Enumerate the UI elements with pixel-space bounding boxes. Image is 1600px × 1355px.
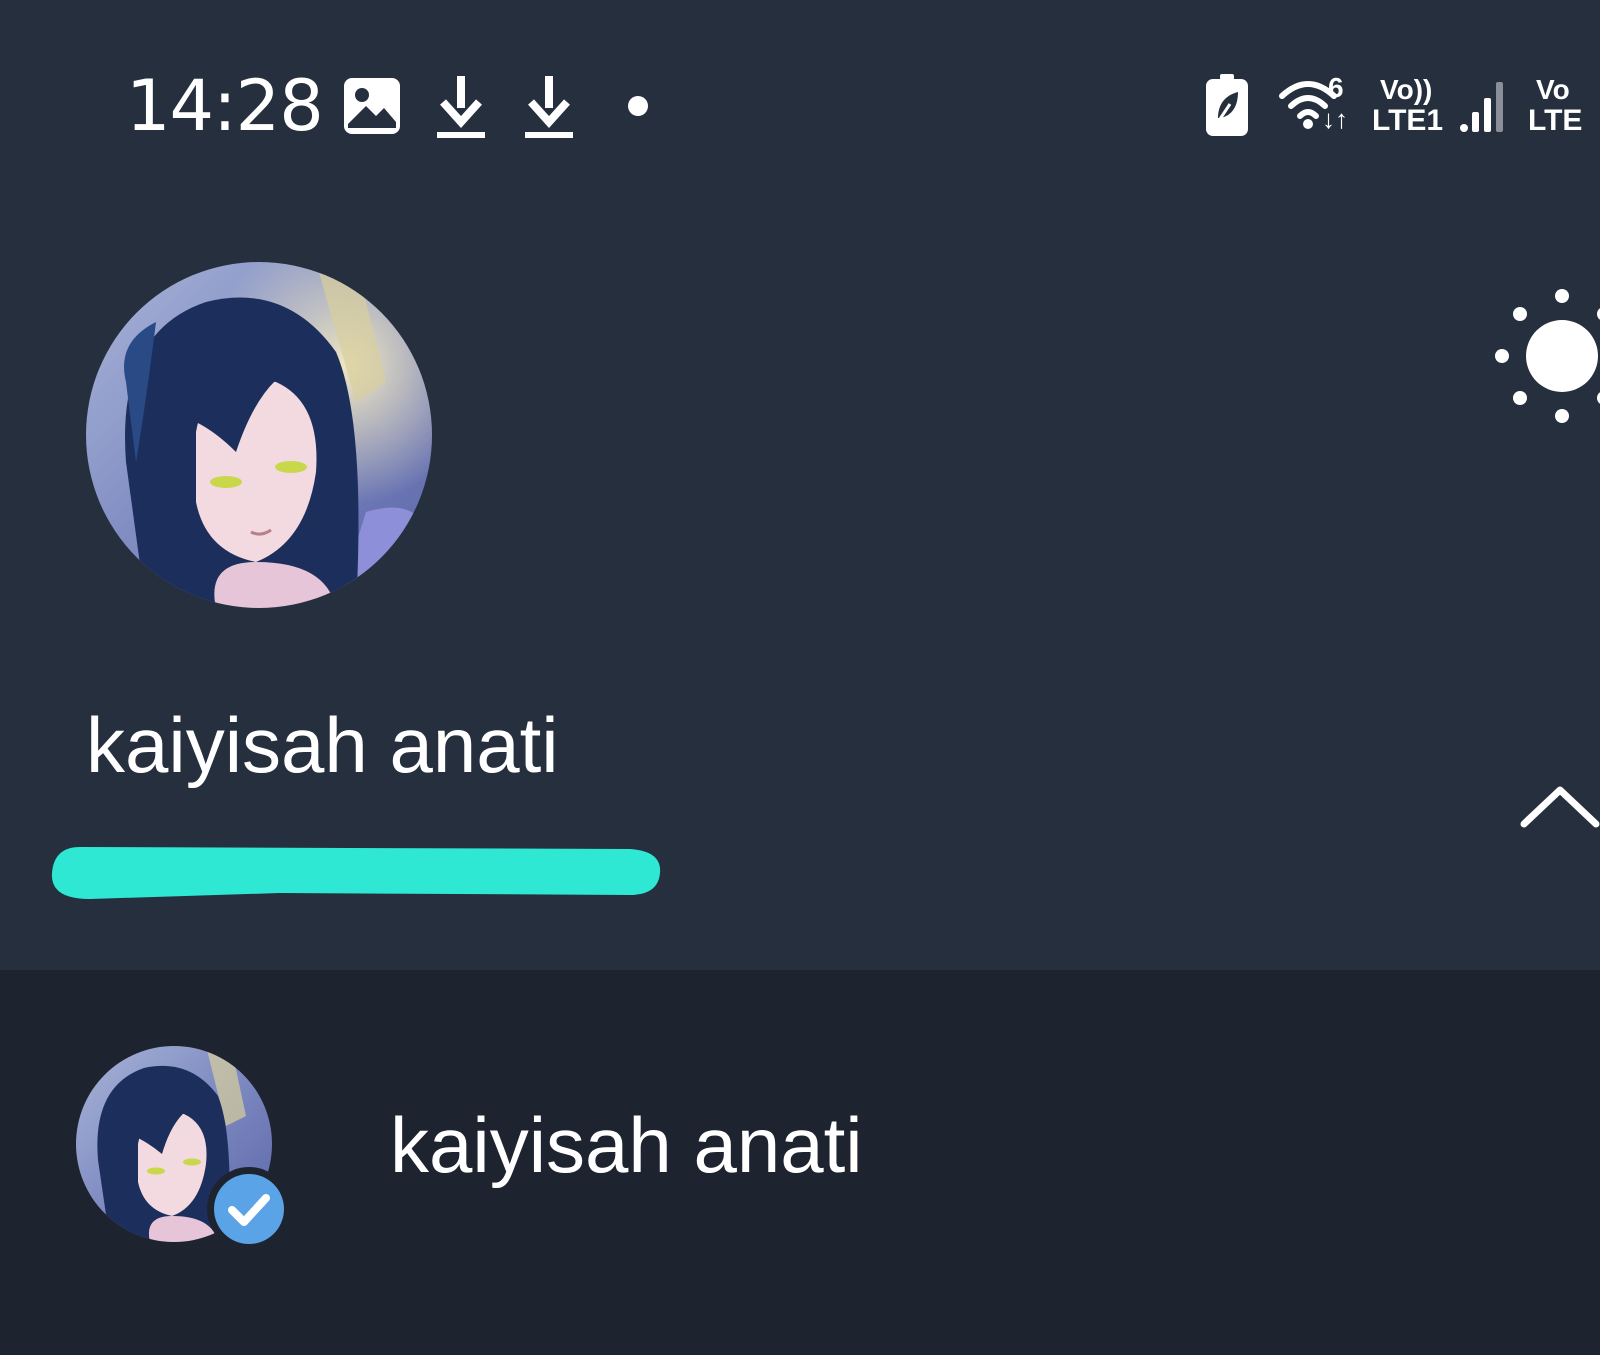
download-icon (435, 74, 487, 145)
telegram-drawer: 14:28 6 ↓↑ Vo)) LTE1 Vo LTE kaiyisah ana… (0, 0, 1600, 1355)
signal-icon (1460, 80, 1508, 139)
gallery-icon (342, 76, 402, 141)
sim1-volte: Vo)) (1380, 74, 1433, 105)
dot-icon (627, 95, 649, 122)
battery-saver-icon (1206, 74, 1248, 141)
sim2-volte: Vo (1536, 74, 1570, 105)
download-icon (523, 74, 575, 145)
sun-icon[interactable] (1490, 286, 1600, 431)
status-time: 14:28 (126, 65, 324, 147)
sim2-network: LTE (1528, 104, 1583, 137)
wifi-badge: 6 (1328, 72, 1344, 103)
chevron-up-icon[interactable] (1520, 780, 1600, 835)
sim1-network: LTE1 (1372, 104, 1444, 137)
data-arrows-icon: ↓↑ (1322, 104, 1348, 134)
account-name: kaiyisah anati (390, 1101, 863, 1189)
verified-check-icon (206, 1166, 292, 1252)
profile-avatar[interactable] (86, 262, 432, 608)
redaction-mark (50, 843, 662, 901)
profile-name: kaiyisah anati (86, 701, 559, 789)
